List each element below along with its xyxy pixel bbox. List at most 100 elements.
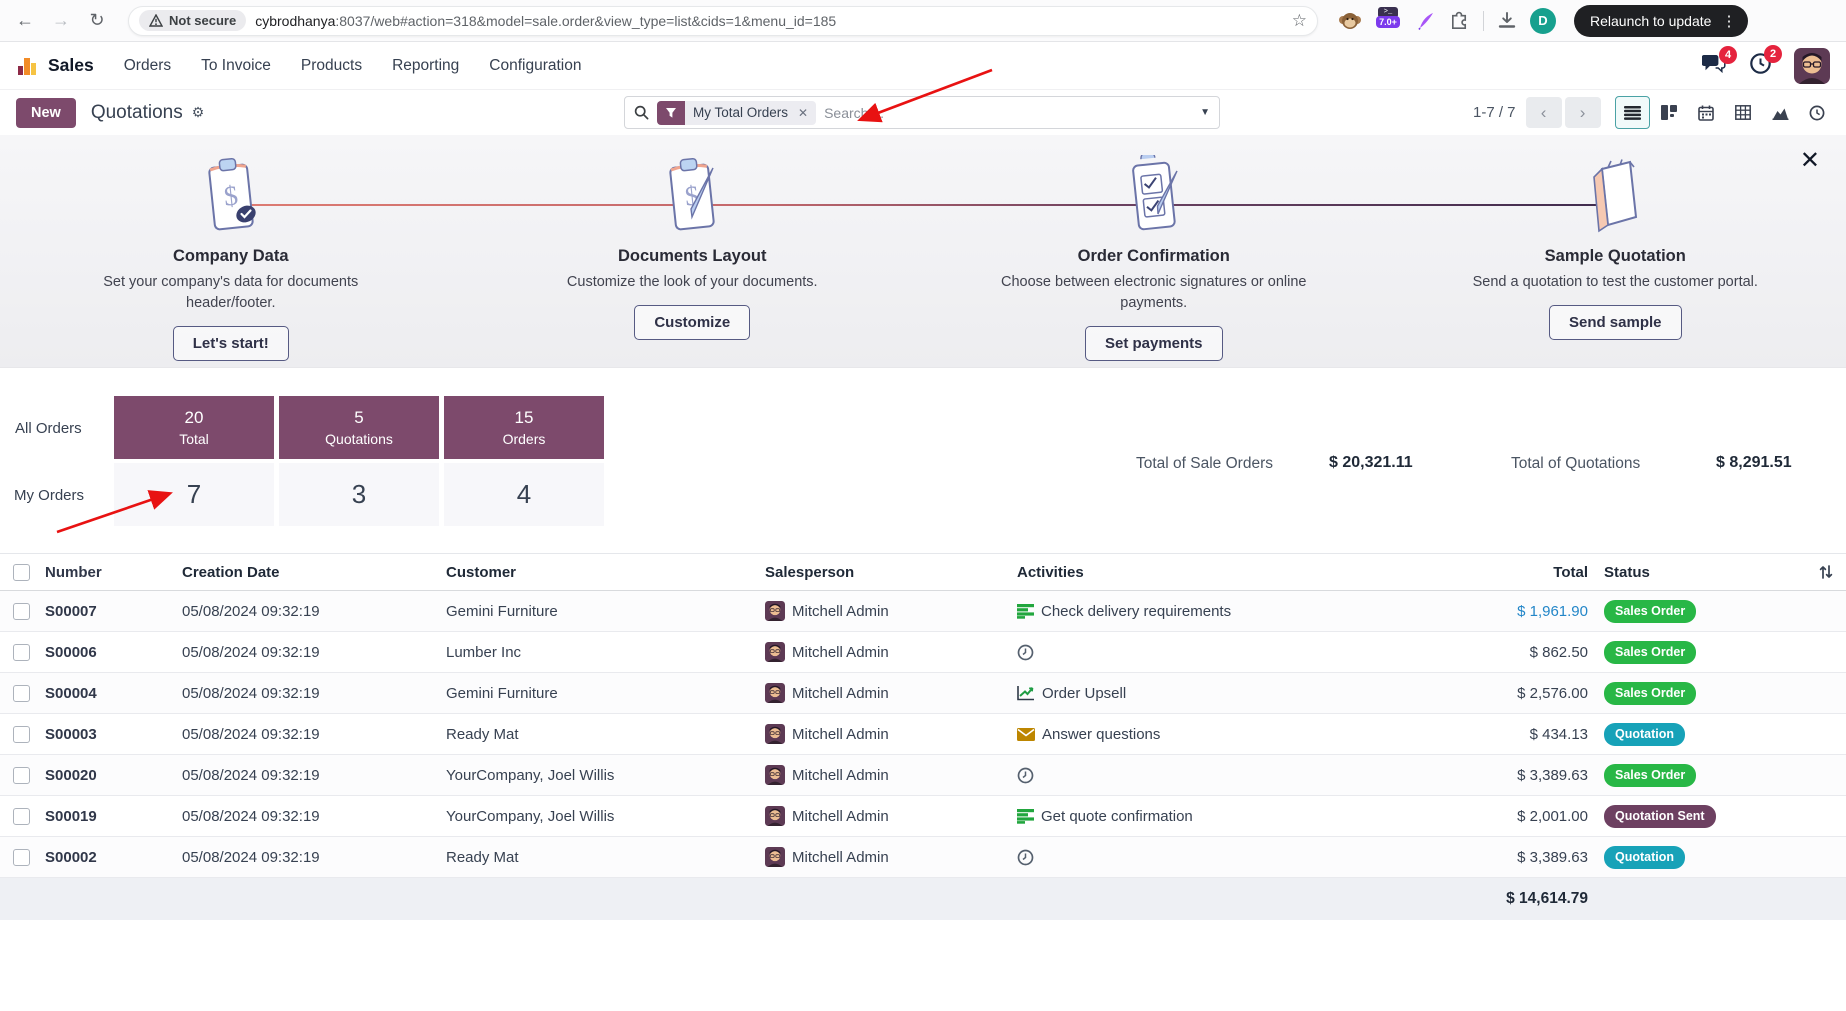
not-secure-chip[interactable]: Not secure [139, 10, 247, 31]
relaunch-to-update-button[interactable]: Relaunch to update ⋮ [1574, 4, 1749, 37]
action-gear-icon[interactable]: ⚙ [192, 104, 205, 121]
select-all-checkbox[interactable] [13, 563, 30, 581]
facet-remove-icon[interactable]: ✕ [796, 106, 816, 120]
activity-cell[interactable]: Answer questions [1012, 726, 1442, 743]
row-checkbox[interactable] [13, 684, 30, 702]
salesperson-avatar [765, 683, 785, 703]
table-row[interactable]: S00007 05/08/2024 09:32:19 Gemini Furnit… [0, 591, 1846, 632]
browser-forward-icon[interactable]: → [46, 6, 76, 36]
messages-button[interactable]: 4 [1701, 45, 1737, 79]
all-quotations-box[interactable]: 5 Quotations [279, 396, 439, 459]
col-status[interactable]: Status [1592, 564, 1810, 581]
user-avatar-image [1794, 47, 1830, 84]
my-quotations-box[interactable]: 3 [279, 463, 439, 526]
new-button[interactable]: New [16, 97, 76, 128]
col-total[interactable]: Total [1442, 564, 1592, 581]
view-list-button[interactable] [1614, 96, 1650, 129]
total-quotations-label: Total of Quotations [1511, 455, 1641, 472]
chrome-menu-kebab-icon[interactable]: ⋮ [1721, 12, 1736, 30]
activity-cell[interactable]: Check delivery requirements [1012, 603, 1442, 620]
row-total: $ 1,961.90 [1517, 602, 1588, 620]
downloads-icon[interactable] [1497, 11, 1517, 31]
menu-configuration[interactable]: Configuration [489, 57, 581, 75]
pager-previous-button[interactable]: ‹ [1525, 97, 1562, 128]
row-total: $ 434.13 [1529, 725, 1588, 743]
view-activity-button[interactable] [1800, 96, 1835, 129]
salesperson-avatar [765, 642, 785, 662]
onboarding-step-title: Company Data [172, 247, 289, 265]
address-bar[interactable]: Not secure cybrodhanya:8037/web#action=3… [128, 5, 1318, 36]
menu-orders[interactable]: Orders [124, 57, 171, 75]
bookmark-star-icon[interactable]: ☆ [1292, 11, 1307, 31]
activity-view-icon [1809, 105, 1825, 120]
row-checkbox[interactable] [13, 766, 30, 784]
optional-columns-button[interactable] [1810, 564, 1846, 580]
table-row[interactable]: S00002 05/08/2024 09:32:19 Ready Mat Mit… [0, 837, 1846, 878]
row-checkbox[interactable] [13, 725, 30, 743]
search-placeholder[interactable]: Search.... [824, 105, 884, 121]
lets-start-button[interactable]: Let's start! [172, 326, 289, 362]
search-dropdown-caret-icon[interactable]: ▼ [1200, 107, 1210, 118]
row-checkbox[interactable] [13, 807, 30, 825]
col-creation-date[interactable]: Creation Date [177, 564, 441, 581]
salesperson-avatar [765, 847, 785, 867]
customize-button[interactable]: Customize [634, 305, 751, 341]
col-number[interactable]: Number [40, 564, 177, 581]
browser-profile-avatar[interactable]: D [1530, 7, 1556, 34]
view-pivot-button[interactable] [1726, 96, 1761, 129]
table-row[interactable]: S00006 05/08/2024 09:32:19 Lumber Inc Mi… [0, 632, 1846, 673]
app-brand[interactable]: Sales [16, 55, 94, 77]
set-payments-button[interactable]: Set payments [1084, 326, 1223, 362]
status-badge: Sales Order [1604, 599, 1697, 623]
user-avatar[interactable] [1794, 47, 1830, 84]
onboarding-step-company-data: $ Company Data Set your company's data f… [0, 135, 462, 367]
total-sale-orders-label: Total of Sale Orders [1136, 455, 1273, 472]
all-total-box[interactable]: 20 Total [114, 396, 274, 459]
app-name[interactable]: Sales [48, 55, 94, 76]
search-facet-my-total-orders[interactable]: My Total Orders ✕ [657, 100, 817, 125]
col-activities[interactable]: Activities [1012, 564, 1442, 581]
row-checkbox[interactable] [13, 602, 30, 620]
view-kanban-button[interactable] [1652, 96, 1687, 129]
activity-cell[interactable]: Get quote confirmation [1012, 808, 1442, 825]
my-orders-box[interactable]: 4 [444, 463, 604, 526]
monkey-extension-icon[interactable] [1338, 9, 1362, 33]
search-bar[interactable]: My Total Orders ✕ Search.... ▼ [624, 96, 1220, 129]
table-row[interactable]: S00003 05/08/2024 09:32:19 Ready Mat Mit… [0, 714, 1846, 755]
salesperson-avatar [765, 601, 785, 621]
total-sale-orders-amount: $ 20,321.11 [1329, 454, 1413, 471]
page-title: Quotations [90, 101, 183, 123]
onboarding-close-icon[interactable]: ✕ [1800, 149, 1820, 173]
menu-to-invoice[interactable]: To Invoice [201, 57, 271, 75]
browser-reload-icon[interactable]: ↻ [82, 6, 112, 36]
onboarding-step-title: Sample Quotation [1544, 247, 1686, 265]
kanban-view-icon [1661, 105, 1678, 120]
my-total-box[interactable]: 7 [114, 463, 274, 526]
all-orders-box[interactable]: 15 Orders [444, 396, 604, 459]
view-calendar-button[interactable] [1689, 96, 1724, 129]
col-customer[interactable]: Customer [441, 564, 760, 581]
row-checkbox[interactable] [13, 643, 30, 661]
send-sample-button[interactable]: Send sample [1548, 305, 1682, 341]
activity-cell[interactable] [1012, 849, 1442, 866]
col-salesperson[interactable]: Salesperson [760, 564, 1012, 581]
not-secure-label: Not secure [169, 13, 237, 28]
extensions-puzzle-icon[interactable] [1449, 10, 1470, 31]
view-graph-button[interactable] [1763, 96, 1798, 129]
activities-button[interactable]: 2 [1749, 44, 1782, 80]
pager-next-button[interactable]: › [1564, 97, 1601, 128]
table-row[interactable]: S00020 05/08/2024 09:32:19 YourCompany, … [0, 755, 1846, 796]
search-icon [634, 105, 649, 120]
browser-back-icon[interactable]: ← [10, 6, 40, 36]
table-row[interactable]: S00004 05/08/2024 09:32:19 Gemini Furnit… [0, 673, 1846, 714]
onboarding-step-sample-quotation: Sample Quotation Send a quotation to tes… [1385, 135, 1846, 367]
pen-extension-icon[interactable] [1414, 10, 1436, 32]
menu-reporting[interactable]: Reporting [392, 57, 459, 75]
table-row[interactable]: S00019 05/08/2024 09:32:19 YourCompany, … [0, 796, 1846, 837]
activity-cell[interactable] [1012, 644, 1442, 661]
activity-cell[interactable] [1012, 767, 1442, 784]
menu-products[interactable]: Products [301, 57, 362, 75]
activity-cell[interactable]: Order Upsell [1012, 685, 1442, 702]
row-checkbox[interactable] [13, 848, 30, 866]
terminal-extension-icon[interactable]: >_ 7.0+ [1375, 7, 1401, 34]
